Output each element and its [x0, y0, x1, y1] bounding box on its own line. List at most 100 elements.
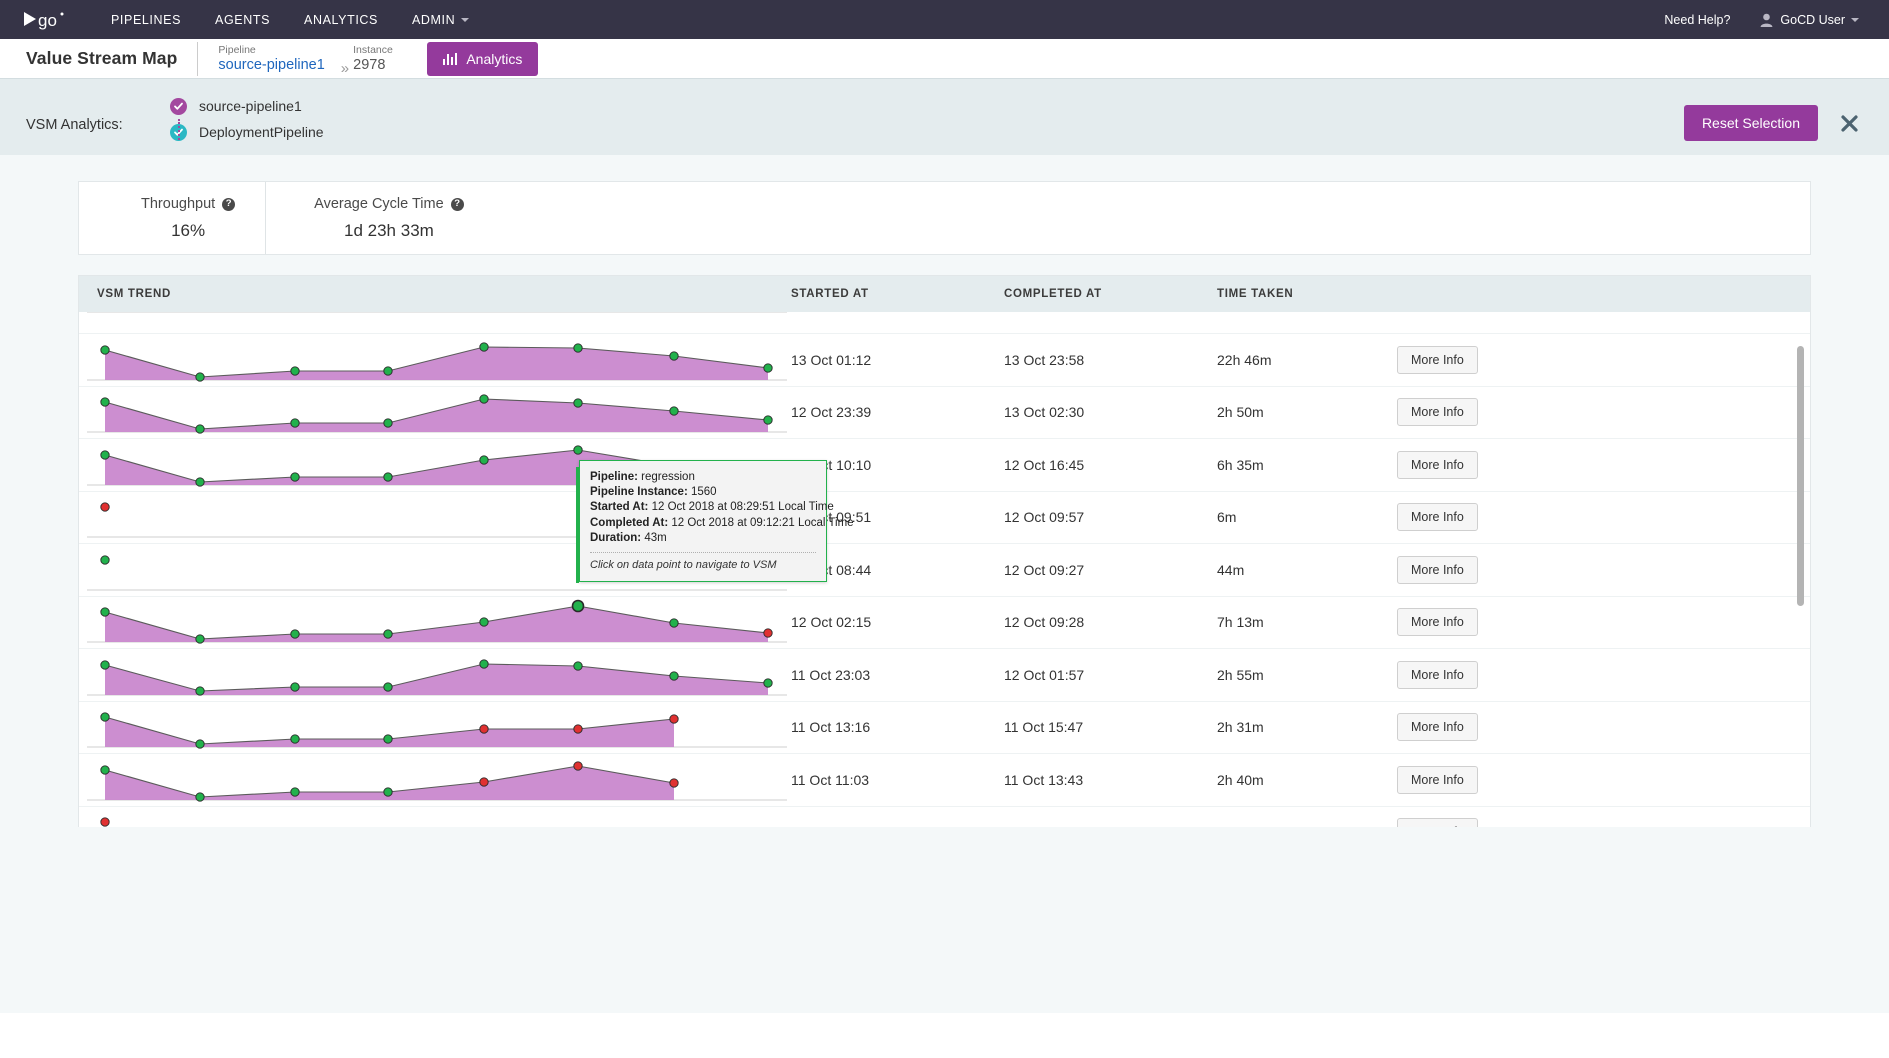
vsm-data-point[interactable] — [669, 350, 679, 361]
nav-item-agents[interactable]: AGENTS — [198, 2, 287, 38]
vsm-data-point[interactable] — [573, 724, 583, 734]
selected-pipeline-source[interactable]: source-pipeline1 — [170, 93, 324, 119]
vsm-data-point[interactable] — [763, 415, 773, 425]
vsm-data-point[interactable] — [479, 776, 489, 787]
table-scrollbar-track[interactable] — [1797, 312, 1807, 827]
table-row[interactable]: 12 Oct 10:10 12 Oct 16:45 6h 35m More Info — [79, 439, 1810, 492]
vsm-data-point[interactable] — [290, 365, 300, 376]
vsm-trend-sparkline[interactable] — [87, 701, 787, 754]
vsm-data-point[interactable] — [383, 786, 393, 797]
vsm-data-point[interactable] — [290, 629, 300, 639]
vsm-data-point[interactable] — [195, 791, 205, 802]
more-info-button[interactable]: More Info — [1397, 345, 1478, 374]
vsm-data-point[interactable] — [100, 659, 110, 670]
more-info-button[interactable]: More Info — [1397, 818, 1478, 827]
vsm-data-point[interactable] — [479, 394, 489, 404]
nav-item-pipelines[interactable]: PIPELINES — [94, 2, 198, 38]
vsm-data-point[interactable] — [573, 760, 583, 771]
vsm-data-point[interactable] — [100, 712, 110, 722]
vsm-data-point[interactable] — [290, 418, 300, 428]
more-info-button[interactable]: More Info — [1397, 713, 1478, 742]
vsm-trend-sparkline[interactable] — [87, 754, 787, 807]
vsm-trend-sparkline[interactable] — [87, 806, 787, 827]
table-row[interactable]: 11 Oct 13:16 11 Oct 15:47 2h 31m More Info — [79, 701, 1810, 754]
vsm-data-point[interactable] — [763, 677, 773, 688]
close-icon[interactable] — [1836, 110, 1863, 137]
more-info-button[interactable]: More Info — [1397, 765, 1478, 794]
nav-item-analytics[interactable]: ANALYTICS — [287, 2, 395, 38]
vsm-trend-sparkline[interactable] — [87, 649, 787, 702]
vsm-data-point[interactable] — [195, 685, 205, 696]
help-icon[interactable]: ? — [450, 197, 464, 211]
vsm-data-point[interactable] — [383, 629, 393, 639]
vsm-data-point[interactable] — [290, 786, 300, 797]
more-info-button[interactable]: More Info — [1397, 660, 1478, 689]
table-row[interactable]: 13 Oct 01:12 13 Oct 23:58 22h 46m More Info — [79, 334, 1810, 387]
vsm-data-point[interactable] — [100, 554, 110, 565]
vsm-data-point[interactable] — [100, 502, 110, 512]
vsm-data-point[interactable] — [100, 397, 110, 407]
vsm-data-point[interactable] — [290, 734, 300, 744]
more-info-button[interactable]: More Info — [1397, 398, 1478, 427]
more-info-button[interactable]: More Info — [1397, 555, 1478, 584]
table-row[interactable]: 11 Oct 11:03 11 Oct 13:43 2h 40m More Info — [79, 754, 1810, 807]
vsm-trend-sparkline[interactable] — [87, 386, 787, 439]
vsm-data-point[interactable] — [383, 471, 393, 482]
help-icon[interactable]: ? — [222, 197, 236, 211]
table-row[interactable]: 12 Oct 23:39 13 Oct 02:30 2h 50m More Info — [79, 386, 1810, 439]
vsm-data-point[interactable] — [195, 424, 205, 434]
pipeline-name-link[interactable]: source-pipeline1 — [218, 57, 324, 74]
vsm-data-point[interactable] — [669, 406, 679, 416]
vsm-data-point[interactable] — [763, 362, 773, 373]
vsm-data-point[interactable] — [100, 817, 110, 827]
analytics-button[interactable]: Analytics — [426, 41, 539, 76]
more-info-button[interactable]: More Info — [1397, 450, 1478, 479]
vsm-data-point[interactable] — [383, 681, 393, 692]
vsm-trend-sparkline-partial[interactable] — [87, 312, 787, 318]
vsm-data-point[interactable] — [383, 365, 393, 376]
vsm-data-point[interactable] — [383, 734, 393, 744]
vsm-data-point[interactable] — [100, 344, 110, 355]
vsm-trend-sparkline[interactable] — [87, 596, 787, 649]
vsm-data-point[interactable] — [669, 670, 679, 681]
vsm-data-point[interactable] — [479, 724, 489, 734]
vsm-data-point[interactable] — [290, 471, 300, 482]
table-row[interactable]: 12 Oct 09:51 12 Oct 09:57 6m More Info — [79, 492, 1810, 544]
need-help-link[interactable]: Need Help? — [1650, 3, 1744, 37]
vsm-data-point[interactable] — [669, 618, 679, 628]
vsm-data-point[interactable] — [573, 660, 583, 671]
vsm-data-point[interactable] — [573, 342, 583, 353]
table-row[interactable]: 11 Oct 10:4511 Oct 11:1732mMore Info — [79, 806, 1810, 827]
vsm-data-point[interactable] — [669, 777, 679, 788]
vsm-data-point[interactable] — [195, 634, 205, 644]
selected-pipeline-deployment[interactable]: DeploymentPipeline — [170, 119, 324, 145]
more-info-button[interactable]: More Info — [1397, 503, 1478, 532]
table-row[interactable]: 11 Oct 23:03 12 Oct 01:57 2h 55m More Info — [79, 649, 1810, 702]
reset-selection-button[interactable]: Reset Selection — [1683, 105, 1818, 141]
nav-item-admin[interactable]: ADMIN — [395, 2, 486, 38]
vsm-data-point[interactable] — [195, 371, 205, 382]
vsm-data-point[interactable] — [383, 418, 393, 428]
vsm-data-point[interactable] — [479, 617, 489, 627]
more-info-button[interactable]: More Info — [1397, 608, 1478, 637]
vsm-data-point[interactable] — [100, 764, 110, 775]
vsm-data-point[interactable] — [100, 449, 110, 460]
vsm-data-point[interactable] — [195, 739, 205, 749]
vsm-data-point[interactable] — [195, 476, 205, 487]
vsm-data-point[interactable] — [763, 628, 773, 638]
vsm-data-point[interactable] — [100, 607, 110, 617]
user-menu[interactable]: GoCD User — [1748, 3, 1871, 37]
table-row[interactable]: 12 Oct 08:44 12 Oct 09:27 44m More Info — [79, 544, 1810, 597]
vsm-trend-sparkline[interactable] — [87, 334, 787, 387]
table-scrollbar-thumb[interactable] — [1797, 346, 1804, 606]
table-row[interactable]: 12 Oct 02:15 12 Oct 09:28 7h 13m More Info — [79, 596, 1810, 649]
vsm-data-point[interactable] — [573, 398, 583, 408]
vsm-data-point[interactable] — [290, 681, 300, 692]
vsm-data-point[interactable] — [669, 714, 679, 724]
vsm-data-point[interactable] — [571, 599, 585, 613]
vsm-data-point[interactable] — [479, 341, 489, 352]
vsm-data-point[interactable] — [573, 444, 583, 455]
vsm-data-point[interactable] — [479, 658, 489, 669]
table-row[interactable] — [79, 312, 1810, 334]
gocd-logo[interactable]: go — [18, 9, 74, 31]
